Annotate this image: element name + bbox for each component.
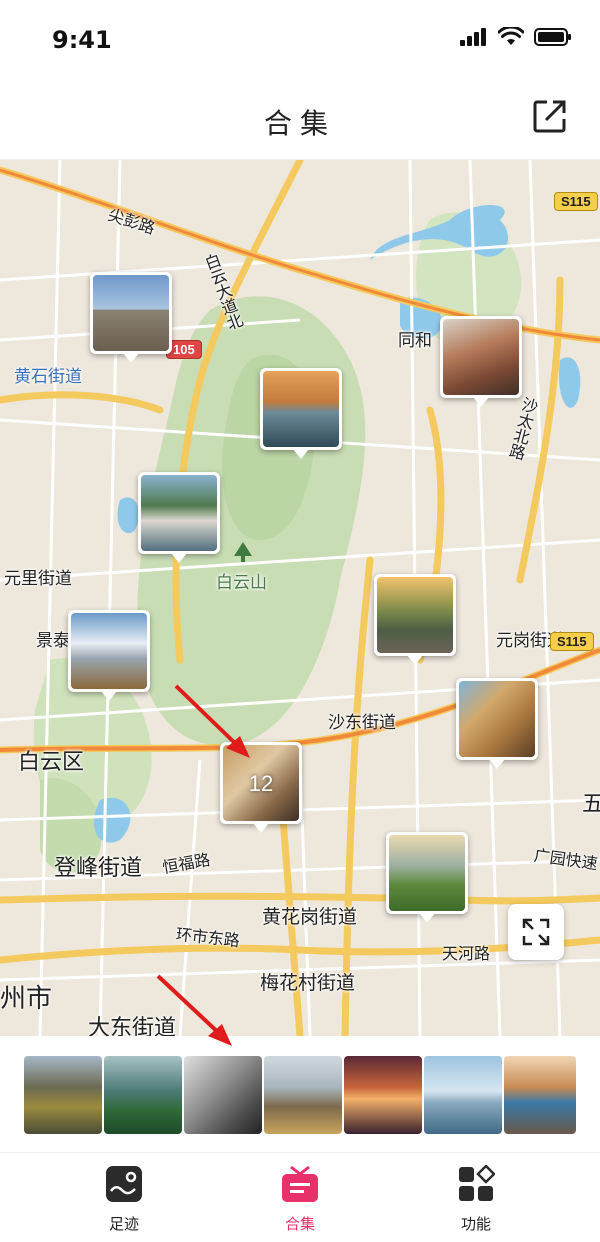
photo-thumbnail	[71, 613, 147, 689]
cluster-count: 12	[248, 771, 274, 796]
map-pin-icon	[105, 1165, 143, 1203]
wifi-icon	[498, 27, 524, 45]
tab-functions[interactable]: 功能	[416, 1164, 536, 1234]
status-time: 9:41	[52, 26, 112, 54]
photo-pin[interactable]	[386, 832, 468, 923]
map-label: 景泰	[36, 631, 70, 651]
battery-icon	[534, 27, 571, 46]
tab-collections[interactable]: 合集	[240, 1165, 360, 1234]
photo-thumbnail	[377, 577, 453, 653]
photo-pin[interactable]	[90, 272, 172, 363]
strip-thumbnail[interactable]	[184, 1056, 262, 1134]
apps-grid-icon	[457, 1164, 496, 1203]
road-sign-s115: S115	[554, 192, 598, 211]
photo-pin[interactable]	[374, 574, 456, 665]
page-title: 合集	[263, 107, 336, 140]
photo-pin[interactable]	[456, 678, 538, 769]
map-label: 梅花村街道	[260, 972, 356, 994]
status-bar: 9:41	[0, 0, 600, 80]
map-label: 白云区	[18, 750, 85, 775]
photo-thumbnail: 12	[223, 745, 299, 821]
photo-thumbnail	[389, 835, 465, 911]
tab-label: 功能	[460, 1215, 491, 1233]
map-label: 天河路	[442, 944, 491, 963]
collection-icon	[281, 1165, 319, 1203]
strip-thumbnail[interactable]	[264, 1056, 342, 1134]
photo-strip[interactable]	[0, 1036, 600, 1152]
road-sign-s115: S115	[550, 632, 594, 651]
map-label: 州市	[0, 984, 53, 1014]
photo-cluster-pin[interactable]: 12	[220, 742, 302, 833]
map-label: 同和	[398, 331, 432, 351]
share-button[interactable]	[532, 98, 568, 134]
strip-thumbnail[interactable]	[24, 1056, 102, 1134]
strip-thumbnail[interactable]	[504, 1056, 576, 1134]
status-icons	[460, 27, 572, 46]
share-icon	[533, 100, 566, 133]
map-label: 沙东街道	[328, 713, 396, 733]
strip-thumbnail[interactable]	[344, 1056, 422, 1134]
signal-icon	[460, 27, 486, 46]
map-label: 登峰街道	[54, 856, 143, 881]
map-label: 白云山	[216, 573, 267, 593]
map-label: 大东街道	[88, 1016, 177, 1036]
map-label: 五	[582, 792, 600, 817]
tab-bar: 足迹 合集 功能	[0, 1152, 600, 1242]
photo-thumbnail	[93, 275, 169, 351]
map-label: 黄石街道	[14, 367, 82, 387]
tab-label: 合集	[284, 1215, 315, 1233]
photo-pin[interactable]	[138, 472, 220, 563]
nav-bar: 合集	[0, 80, 600, 160]
map-label: 元里街道	[4, 569, 72, 589]
photo-thumbnail	[263, 371, 339, 447]
photo-thumbnail	[459, 681, 535, 757]
photo-pin[interactable]	[260, 368, 342, 459]
photo-pin[interactable]	[440, 316, 522, 407]
photo-thumbnail	[443, 319, 519, 395]
map-label: 黄花岗街道	[262, 906, 358, 928]
photo-thumbnail	[141, 475, 217, 551]
tab-footprints[interactable]: 足迹	[64, 1165, 184, 1234]
expand-icon	[522, 918, 550, 946]
map-view[interactable]: 尖彭路 白云大道北 黄石街道 同和 沙太北路 元里街道 景泰 白云山 元岗街道 …	[0, 160, 600, 1036]
strip-thumbnail[interactable]	[424, 1056, 502, 1134]
strip-thumbnail[interactable]	[104, 1056, 182, 1134]
tab-label: 足迹	[108, 1215, 139, 1233]
photo-pin[interactable]	[68, 610, 150, 701]
fullscreen-button[interactable]	[508, 904, 564, 960]
